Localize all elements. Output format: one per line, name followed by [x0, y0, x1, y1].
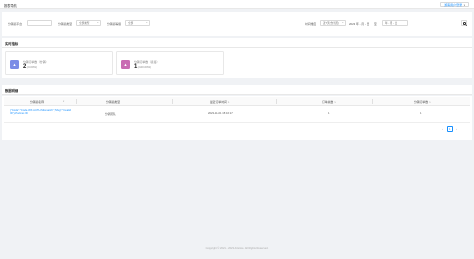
chevron-down-icon: ▾: [97, 22, 99, 25]
chevron-down-icon: ▾: [463, 4, 465, 8]
level-select[interactable]: 全部 ▾: [125, 20, 150, 26]
chart-icon: ▲: [121, 59, 130, 69]
column-header-type: 分销商类型: [106, 100, 120, 105]
table-header: 分销商名称 ▾ 分销商类型 最近订单时间⇅ 订单总数⇅ 分销订单数⇅: [4, 97, 470, 106]
page-title: 报表导航: [4, 4, 17, 8]
prev-page-button[interactable]: ‹: [440, 126, 446, 132]
chart-icon: ▲: [10, 59, 19, 69]
filter-icon[interactable]: ▾: [63, 100, 64, 103]
sort-icon: ⇅: [429, 102, 431, 105]
platform-select[interactable]: [27, 20, 52, 26]
date-range-value: 近7天(含当天): [323, 22, 340, 26]
filter-label-type: 分销商类型: [58, 21, 72, 26]
metric-value: 1(100.00%): [134, 64, 152, 70]
row-type: 分销团队: [105, 112, 116, 116]
row-total: 1: [328, 111, 330, 115]
row-name-link[interactable]: {"Code":"Code.WX.AUTH.Mismatch","Msg":"I…: [10, 109, 71, 116]
next-page-button[interactable]: ›: [454, 126, 460, 132]
type-select[interactable]: 全部类型 ▾: [76, 20, 101, 26]
column-header-name[interactable]: 分销商名称: [30, 100, 44, 104]
metric-card-direct: ▲ 分销订单数（直接） 1(100.00%): [116, 51, 224, 75]
sort-icon: ⇅: [334, 102, 337, 105]
sort-icon: ⇅: [227, 102, 230, 105]
chevron-down-icon: ▾: [146, 22, 148, 25]
row-dist: 1: [420, 111, 422, 115]
filter-label-level: 分销商等级: [107, 21, 121, 26]
table-section-title: 数据明细: [5, 89, 19, 94]
account-label: 游客用户登录: [444, 3, 463, 8]
row-time: 2023-11-01 15:16:17: [208, 111, 233, 115]
date-label: 时间维度: [305, 21, 317, 26]
column-header-time[interactable]: 最近订单时间⇅: [210, 100, 230, 104]
data-table: 分销商名称 ▾ 分销商类型 最近订单时间⇅ 订单总数⇅ 分销订单数⇅ {"Cod…: [2, 96, 472, 140]
date-end-value: 年 - 月 - 日: [385, 22, 398, 26]
date-separator: 至: [374, 21, 377, 26]
filter-panel: 分销商平台 分销商类型 全部类型 ▾ 分销商等级 全部 ▾ 时间维度 近7天(含…: [2, 12, 472, 36]
footer-copyright: Copyright © 2021 - 2023 Artstore. All Ri…: [205, 247, 269, 250]
account-dropdown[interactable]: 游客用户登录 ▾: [440, 2, 469, 7]
metrics-panel: ▲ 分销订单数（分销） 2(0.00%) ▲ 分销订单数（直接） 1(100.0…: [2, 48, 472, 78]
search-button[interactable]: [461, 20, 467, 27]
top-bar: 报表导航 游客用户登录 ▾: [0, 0, 474, 9]
date-start[interactable]: 2023 年 - 月 - 日: [349, 22, 369, 26]
filter-label-platform: 分销商平台: [8, 21, 22, 26]
table-section-header: 数据明细: [2, 85, 472, 95]
pagination: ‹ 1 ›: [440, 126, 464, 132]
chevron-down-icon: ▾: [342, 22, 344, 25]
type-select-value: 全部类型: [79, 22, 90, 26]
page-1-button[interactable]: 1: [447, 126, 453, 132]
date-end-input[interactable]: 年 - 月 - 日: [382, 20, 408, 26]
table-row: {"Code":"Code.WX.AUTH.Mismatch","Msg":"I…: [4, 106, 470, 123]
column-header-dist[interactable]: 分销订单数⇅: [414, 100, 431, 104]
metrics-section-title: 实时指标: [5, 42, 19, 47]
date-range-select[interactable]: 近7天(含当天) ▾: [320, 20, 346, 26]
metric-value: 2(0.00%): [23, 64, 37, 70]
metrics-section-header: 实时指标: [2, 38, 472, 48]
metric-card-indirect: ▲ 分销订单数（分销） 2(0.00%): [5, 51, 113, 75]
column-header-total[interactable]: 订单总数⇅: [322, 100, 336, 104]
level-select-value: 全部: [128, 22, 134, 26]
